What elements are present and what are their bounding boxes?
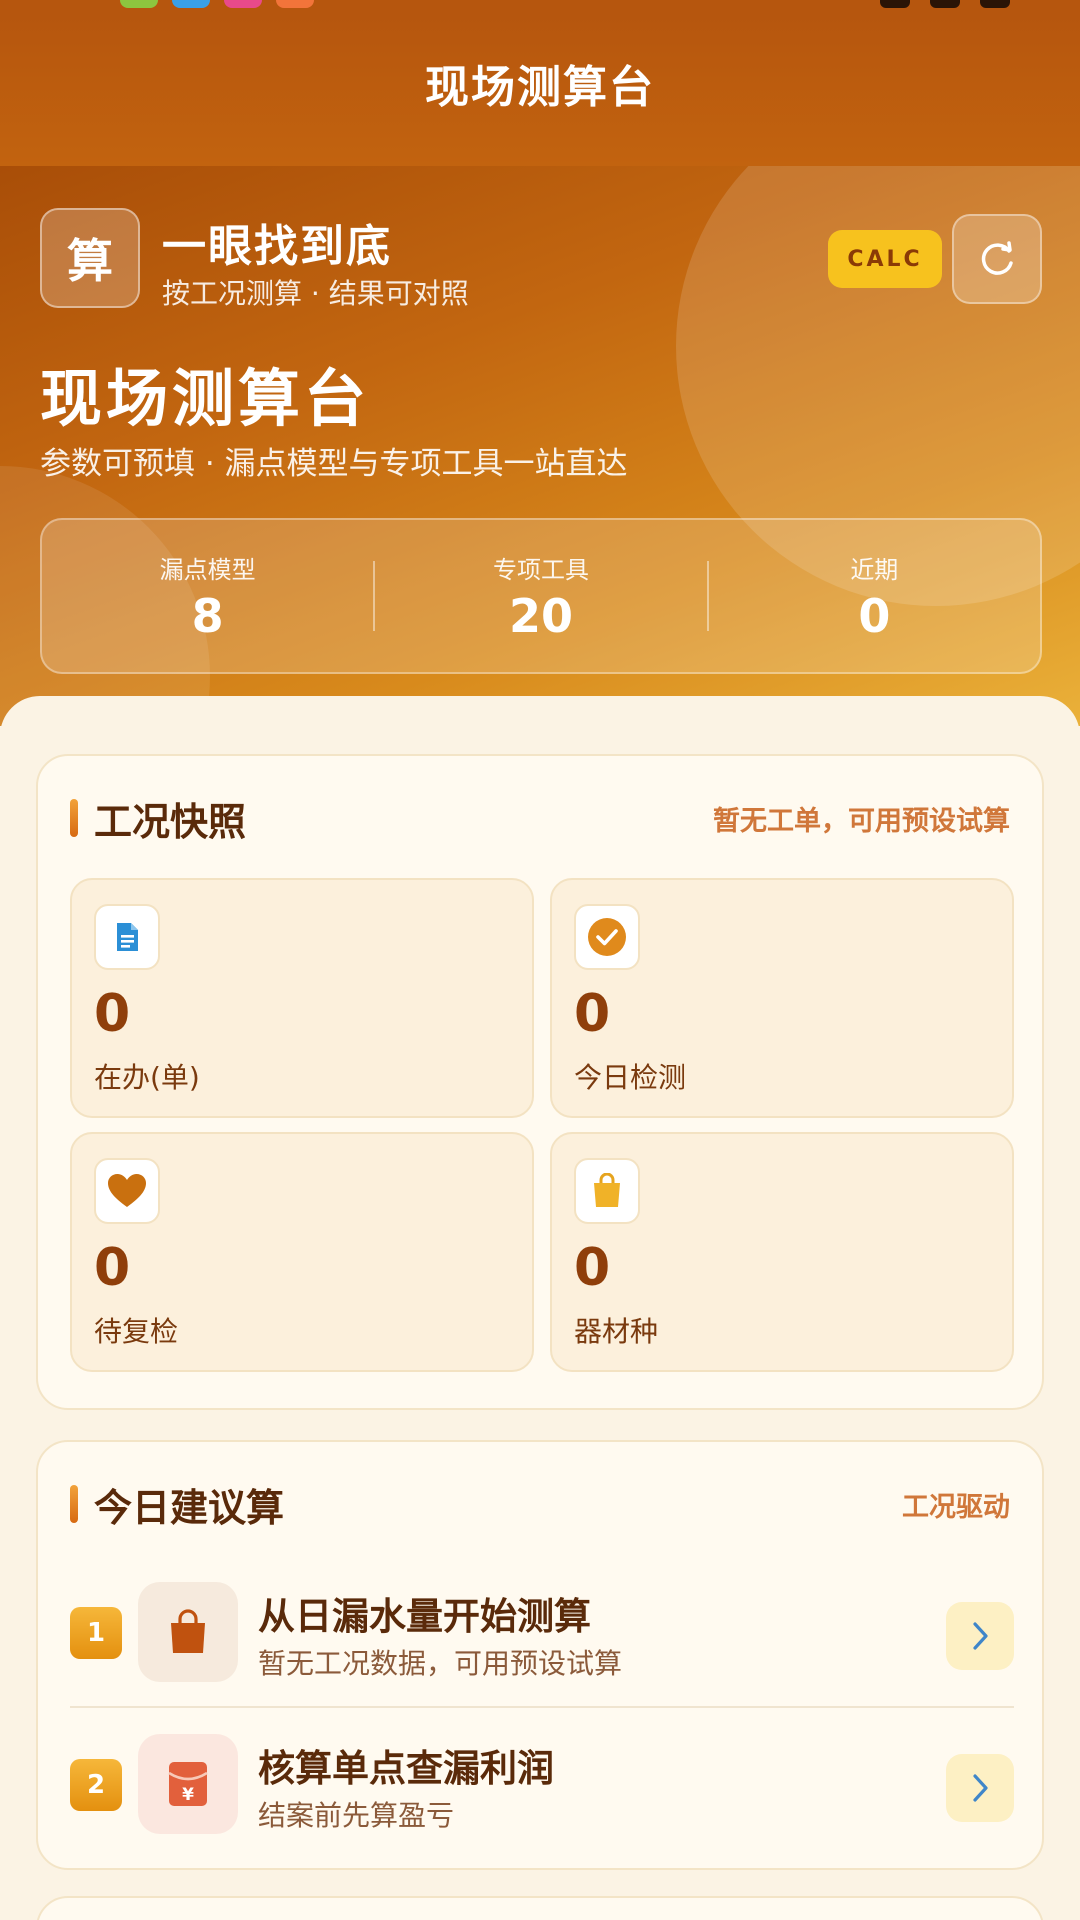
stat-value: 8 — [191, 588, 224, 643]
tile-value: 0 — [574, 1238, 611, 1298]
document-icon — [94, 904, 160, 970]
card-title: 今日建议算 — [94, 1485, 285, 1530]
hero-subtitle: 参数可预填 · 漏点模型与专项工具一站直达 — [40, 446, 628, 482]
stat-leak-models[interactable]: 漏点模型 8 — [42, 520, 373, 672]
tile-today-check[interactable]: 0 今日检测 — [550, 878, 1014, 1118]
app-icon — [172, 0, 210, 8]
card-title-wrap: 今日建议算 — [70, 1477, 284, 1532]
stat-value: 0 — [858, 588, 891, 643]
heart-icon — [94, 1158, 160, 1224]
check-circle-icon — [574, 904, 640, 970]
calc-button[interactable]: CALC — [828, 230, 942, 288]
rank-badge: 1 — [70, 1607, 122, 1659]
tile-value: 0 — [94, 1238, 131, 1298]
stat-label: 专项工具 — [492, 555, 589, 584]
stat-label: 漏点模型 — [159, 555, 256, 584]
card-hint: 暂无工单，可用预设试算 — [713, 805, 1010, 837]
next-card-peek — [36, 1896, 1044, 1920]
card-header: 今日建议算 工况驱动 — [70, 1478, 1010, 1530]
brand-tagline: 按工况测算 · 结果可对照 — [162, 277, 469, 310]
app-icon — [224, 0, 262, 8]
card-header: 工况快照 暂无工单，可用预设试算 — [70, 792, 1010, 844]
logo-char: 算 — [67, 234, 113, 288]
stat-label: 近期 — [850, 555, 899, 584]
chevron-right-icon[interactable] — [946, 1754, 1014, 1822]
nav-bar: 现场测算台 — [0, 14, 1080, 166]
tile-label: 在办(单) — [94, 1061, 200, 1094]
app-icon — [276, 0, 314, 8]
stat-special-tools[interactable]: 专项工具 20 — [375, 520, 706, 672]
stat-value: 20 — [508, 588, 573, 643]
shopping-bag-icon — [138, 1582, 238, 1682]
suggest-item[interactable]: 1 从日漏水量开始测算 暂无工况数据，可用预设试算 — [70, 1568, 1014, 1698]
card-title-wrap: 工况快照 — [70, 791, 246, 846]
tile-label: 今日检测 — [574, 1061, 687, 1094]
status-bar — [0, 0, 1080, 14]
rank-badge: 2 — [70, 1759, 122, 1811]
tile-label: 待复检 — [94, 1315, 179, 1348]
battery-icon — [980, 0, 1010, 8]
status-system-icons — [880, 0, 1010, 8]
stats-summary: 漏点模型 8 专项工具 20 近期 0 — [40, 518, 1042, 674]
chevron-right-icon[interactable] — [946, 1602, 1014, 1670]
tile-value: 0 — [574, 984, 611, 1044]
suggest-item[interactable]: 2 ¥ 核算单点查漏利润 结案前先算盈亏 — [70, 1720, 1014, 1850]
svg-text:¥: ¥ — [182, 1785, 194, 1805]
item-subtitle: 结案前先算盈亏 — [258, 1799, 455, 1832]
hero-title: 现场测算台 — [40, 362, 371, 435]
app-icon — [120, 0, 158, 8]
signal-icon — [880, 0, 910, 8]
accent-bar — [70, 799, 78, 837]
tile-label: 器材种 — [574, 1315, 659, 1348]
stat-recent[interactable]: 近期 0 — [709, 520, 1040, 672]
hero-banner: 算 一眼找到底 按工况测算 · 结果可对照 CALC 现场测算台 参数可预填 ·… — [0, 166, 1080, 726]
wifi-icon — [930, 0, 960, 8]
divider — [70, 1706, 1014, 1708]
nav-title: 现场测算台 — [425, 62, 655, 113]
tile-pending-recheck[interactable]: 0 待复检 — [70, 1132, 534, 1372]
logo-badge: 算 — [40, 208, 140, 308]
bag-icon — [574, 1158, 640, 1224]
item-title: 核算单点查漏利润 — [258, 1747, 554, 1790]
item-subtitle: 暂无工况数据，可用预设试算 — [258, 1647, 623, 1680]
brand-name: 一眼找到底 — [162, 221, 392, 272]
red-envelope-yen-icon: ¥ — [138, 1734, 238, 1834]
tile-equipment-types[interactable]: 0 器材种 — [550, 1132, 1014, 1372]
tile-value: 0 — [94, 984, 131, 1044]
snapshot-card: 工况快照 暂无工单，可用预设试算 0 在办(单) 0 今日检测 0 待复检 0 … — [36, 754, 1044, 1410]
refresh-button[interactable] — [952, 214, 1042, 304]
status-app-icons — [120, 0, 314, 8]
item-title: 从日漏水量开始测算 — [258, 1595, 591, 1638]
card-hint: 工况驱动 — [902, 1491, 1010, 1523]
accent-bar — [70, 1485, 78, 1523]
refresh-icon — [981, 241, 1013, 275]
suggest-card: 今日建议算 工况驱动 1 从日漏水量开始测算 暂无工况数据，可用预设试算 2 ¥ — [36, 1440, 1044, 1870]
card-title: 工况快照 — [94, 799, 247, 844]
tile-in-progress[interactable]: 0 在办(单) — [70, 878, 534, 1118]
